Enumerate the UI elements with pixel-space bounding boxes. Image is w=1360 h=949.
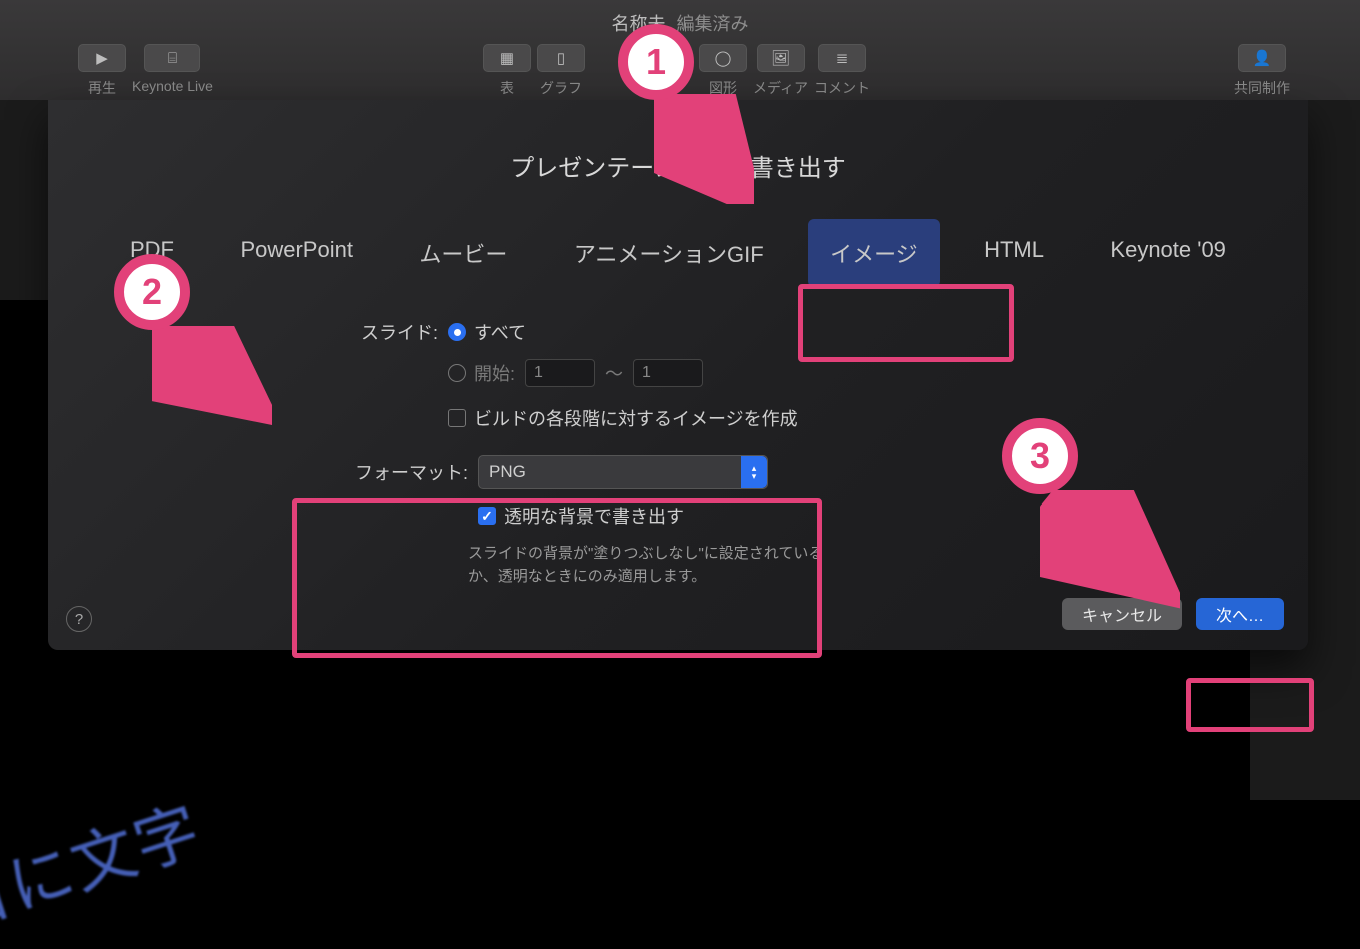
comment-icon: ≣ xyxy=(836,49,849,67)
checkbox-build-stages-label: ビルドの各段階に対するイメージを作成 xyxy=(474,405,798,431)
radio-all-label: すべて xyxy=(474,319,526,345)
chart-icon: ▯ xyxy=(557,49,565,67)
collaborate-icon: 👤 xyxy=(1253,49,1272,67)
collaborate-label: 共同制作 xyxy=(1234,78,1290,98)
tab-image[interactable]: イメージ xyxy=(808,219,940,287)
annotation-2-circle: 2 xyxy=(114,254,190,330)
annotation-2-number: 2 xyxy=(142,271,162,313)
media-button[interactable]: 🖼 xyxy=(757,44,805,72)
format-label: フォーマット: xyxy=(338,459,468,485)
annotation-1-arrow xyxy=(654,94,754,204)
annotation-1-number: 1 xyxy=(646,41,666,83)
annotation-1-circle: 1 xyxy=(618,24,694,100)
chart-button[interactable]: ▯ xyxy=(537,44,585,72)
media-icon: 🖼 xyxy=(771,49,790,67)
play-icon: ▶ xyxy=(96,49,108,67)
table-button[interactable]: ▦ xyxy=(483,44,531,72)
range-from-input[interactable]: 1 xyxy=(525,359,595,387)
annotation-3-circle: 3 xyxy=(1002,418,1078,494)
slides-label: スライド: xyxy=(338,319,438,345)
checkbox-build-stages[interactable] xyxy=(448,409,466,427)
media-label: メディア xyxy=(753,78,808,98)
annotation-3-number: 3 xyxy=(1030,435,1050,477)
keynote-live-button[interactable]: ⌸ xyxy=(144,44,200,72)
collaborate-button[interactable]: 👤 xyxy=(1238,44,1286,72)
play-button[interactable]: ▶ xyxy=(78,44,126,72)
range-tilde: 〜 xyxy=(605,360,623,386)
annotation-2-arrow xyxy=(152,326,272,426)
format-value: PNG xyxy=(489,462,526,482)
annotation-3-box xyxy=(1186,678,1314,732)
slide-sample-text: 日に文字 xyxy=(0,779,212,948)
play-label: 再生 xyxy=(88,78,116,98)
chart-label: グラフ xyxy=(540,78,582,98)
screen-icon: ⌸ xyxy=(168,50,177,67)
tab-html[interactable]: HTML xyxy=(962,219,1066,287)
shape-button[interactable]: ◯ xyxy=(699,44,747,72)
keynote-live-label: Keynote Live xyxy=(132,78,213,94)
table-label: 表 xyxy=(500,78,514,98)
table-icon: ▦ xyxy=(500,49,514,67)
shape-icon: ◯ xyxy=(715,49,732,67)
tab-movie[interactable]: ムービー xyxy=(397,219,529,287)
annotation-1-box xyxy=(798,284,1014,362)
help-button[interactable]: ? xyxy=(66,606,92,632)
edited-indicator: 編集済み xyxy=(671,14,749,34)
tab-keynote09[interactable]: Keynote '09 xyxy=(1088,219,1248,287)
comment-label: コメント xyxy=(814,78,870,98)
radio-range[interactable] xyxy=(448,364,466,382)
tab-animated-gif[interactable]: アニメーションGIF xyxy=(552,219,786,287)
annotation-3-arrow xyxy=(1040,490,1180,610)
tab-powerpoint[interactable]: PowerPoint xyxy=(218,219,375,287)
radio-range-label: 開始: xyxy=(474,360,515,386)
next-button[interactable]: 次へ… xyxy=(1196,598,1284,630)
range-to-input[interactable]: 1 xyxy=(633,359,703,387)
comment-button[interactable]: ≣ xyxy=(818,44,866,72)
radio-all[interactable] xyxy=(448,323,466,341)
format-tabs: PDF PowerPoint ムービー アニメーションGIF イメージ HTML… xyxy=(108,219,1248,287)
stepper-icon xyxy=(741,456,767,488)
format-select[interactable]: PNG xyxy=(478,455,768,489)
annotation-2-box xyxy=(292,498,822,658)
